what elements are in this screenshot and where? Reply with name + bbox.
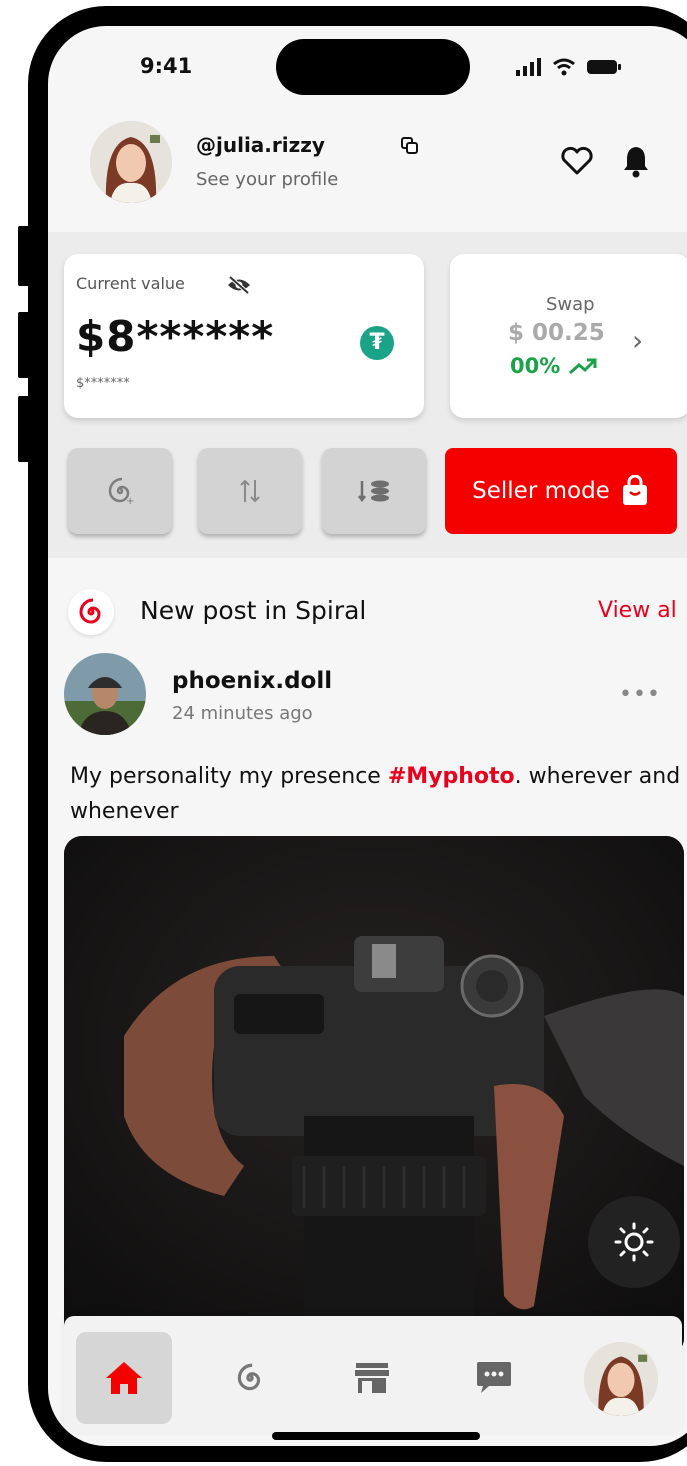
post-text: My personality my presence #Myphoto. whe…: [70, 759, 687, 829]
home-indicator: [272, 1432, 480, 1440]
feed-title: New post in Spiral: [140, 596, 367, 625]
transfer-button[interactable]: [198, 448, 302, 534]
shopping-bag-icon: [622, 475, 647, 505]
signal-icon: [516, 58, 541, 76]
stack-coins-icon: [358, 480, 389, 503]
svg-text:+: +: [126, 496, 134, 506]
bottom-nav: [64, 1316, 682, 1434]
status-time: 9:41: [140, 54, 193, 78]
more-dots-icon[interactable]: •••: [619, 682, 661, 707]
username[interactable]: @julia.rizzy: [196, 133, 325, 157]
seller-mode-button[interactable]: Seller mode: [445, 448, 677, 534]
swap-change: 00%: [510, 354, 598, 378]
app-screen: 9:41 @julia.rizzy See your profile Curre…: [48, 26, 687, 1446]
current-value-sub: $*******: [76, 376, 130, 391]
stake-button[interactable]: [322, 448, 426, 534]
bell-icon[interactable]: [622, 144, 650, 178]
spiral-badge: [68, 589, 114, 635]
swap-label: Swap: [546, 294, 595, 315]
nav-profile-avatar[interactable]: [584, 1342, 658, 1416]
view-all-link[interactable]: View al: [598, 598, 677, 623]
nav-store[interactable]: [324, 1332, 420, 1424]
spiral-icon: [79, 598, 101, 624]
chat-icon: [477, 1362, 511, 1393]
home-icon: [106, 1362, 142, 1394]
see-profile-link[interactable]: See your profile: [196, 169, 338, 190]
nav-home[interactable]: [76, 1332, 172, 1424]
tether-icon: ₮: [360, 326, 394, 360]
post-text-before: My personality my presence: [70, 764, 388, 789]
swap-card[interactable]: Swap $ 00.25 00% ›: [450, 254, 687, 418]
phone-frame: 9:41 @julia.rizzy See your profile Curre…: [28, 6, 687, 1462]
profile-avatar[interactable]: [90, 121, 172, 203]
swap-amount: $ 00.25: [508, 320, 605, 346]
wifi-icon: [553, 58, 575, 76]
chevron-right-icon[interactable]: ›: [632, 324, 643, 357]
store-icon: [355, 1363, 389, 1393]
swap-change-value: 00%: [510, 354, 561, 378]
spiral-add-button[interactable]: +: [68, 448, 172, 534]
current-value-amount: $8******: [76, 312, 275, 361]
spiral-icon: [237, 1363, 261, 1391]
sun-icon: [614, 1222, 654, 1262]
nav-spiral[interactable]: [202, 1332, 298, 1424]
theme-toggle-button[interactable]: [588, 1196, 680, 1288]
copy-icon[interactable]: [400, 136, 420, 156]
post-timestamp: 24 minutes ago: [172, 703, 313, 724]
spiral-add-icon: +: [108, 477, 134, 506]
eye-off-icon[interactable]: [226, 276, 252, 294]
heart-icon[interactable]: [560, 146, 594, 176]
post-image[interactable]: [64, 836, 684, 1356]
battery-icon: [587, 60, 621, 74]
post-hashtag[interactable]: #Myphoto: [388, 764, 515, 789]
post-author-avatar[interactable]: [64, 653, 146, 735]
swap-icon: [240, 479, 260, 503]
nav-chat[interactable]: [446, 1332, 542, 1424]
current-value-label: Current value: [76, 274, 185, 293]
dynamic-island: [276, 39, 470, 95]
status-icons: [516, 58, 622, 76]
seller-mode-label: Seller mode: [472, 478, 610, 504]
trending-up-icon: [568, 358, 597, 375]
current-value-card: Current value $8****** $******* ₮: [64, 254, 424, 418]
post-author-name[interactable]: phoenix.doll: [172, 668, 332, 694]
